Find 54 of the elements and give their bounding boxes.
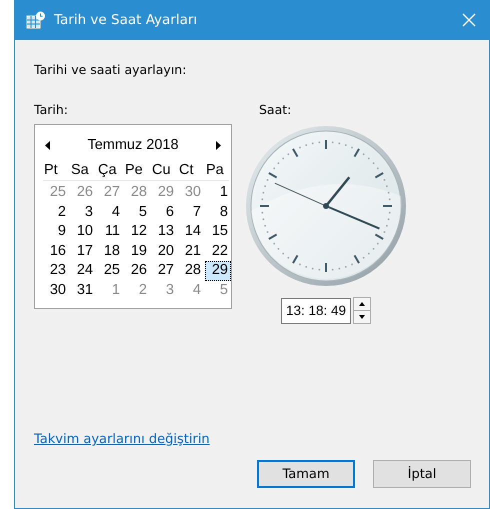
calendar-day[interactable]: 12 (124, 222, 150, 242)
calendar-clock-icon (26, 11, 46, 29)
left-triangle-icon (45, 140, 51, 150)
calendar-day[interactable]: 7 (178, 202, 204, 222)
month-title[interactable]: Temmuz 2018 (87, 137, 179, 153)
calendar-day[interactable]: 19 (124, 242, 150, 261)
calendar-day[interactable]: 29 (205, 261, 231, 280)
calendar-day[interactable]: 17 (70, 242, 96, 261)
calendar-day[interactable]: 26 (124, 261, 150, 280)
calendar-day[interactable]: 31 (70, 280, 96, 300)
calendar-day[interactable]: 28 (178, 261, 204, 280)
calendar-day[interactable]: 6 (151, 202, 177, 222)
dialog-button[interactable]: Tamam (257, 460, 355, 488)
dialog-button[interactable]: İptal (373, 460, 471, 488)
time-field[interactable]: 13: 18: 49 (281, 298, 351, 324)
calendar-settings-link[interactable]: Takvim ayarlarını değiştirin (34, 432, 210, 447)
calendar-day[interactable]: 20 (151, 242, 177, 261)
calendar-day[interactable]: 22 (205, 242, 231, 261)
calendar-day[interactable]: 3 (70, 202, 96, 222)
calendar-day[interactable]: 1 (205, 183, 231, 202)
time-label: Saat: (259, 102, 292, 117)
calendar-day[interactable]: 27 (151, 261, 177, 280)
close-icon (462, 13, 476, 27)
weekday-label: Cu (151, 162, 172, 178)
calendar-day[interactable]: 11 (97, 222, 123, 242)
weekday-label: Ct (178, 162, 194, 178)
calendar-day[interactable]: 4 (97, 202, 123, 222)
calendar-day[interactable]: 24 (70, 261, 96, 280)
calendar-day[interactable]: 13 (151, 222, 177, 242)
calendar-day[interactable]: 21 (178, 242, 204, 261)
calendar-day[interactable]: 14 (178, 222, 204, 242)
weekday-label: Pt (43, 162, 59, 178)
weekday-label: Pe (124, 162, 144, 178)
weekday-label: Ça (97, 162, 118, 178)
calendar-day[interactable]: 25 (97, 261, 123, 280)
date-label: Tarih: (34, 102, 69, 117)
calendar-day[interactable]: 16 (43, 242, 69, 261)
weekday-label: Pa (205, 162, 225, 178)
instruction-text: Tarihi ve saati ayarlayın: (34, 62, 188, 77)
weekday-label: Sa (70, 162, 90, 178)
calendar-day[interactable]: 15 (205, 222, 231, 242)
calendar-day[interactable]: 23 (43, 261, 69, 280)
calendar-day[interactable]: 5 (124, 202, 150, 222)
next-month-button[interactable] (214, 140, 221, 150)
right-triangle-icon (214, 140, 221, 150)
calendar-day[interactable]: 30 (43, 280, 69, 300)
calendar-day[interactable]: 8 (205, 202, 231, 222)
time-spinner[interactable] (353, 297, 371, 324)
calendar-day[interactable]: 9 (43, 222, 69, 242)
window-title: Tarih ve Saat Ayarları (54, 12, 198, 28)
calendar-day[interactable]: 18 (97, 242, 123, 261)
calendar-day[interactable]: 10 (70, 222, 96, 242)
previous-month-button[interactable] (45, 140, 51, 150)
calendar-day[interactable]: 2 (43, 202, 69, 222)
